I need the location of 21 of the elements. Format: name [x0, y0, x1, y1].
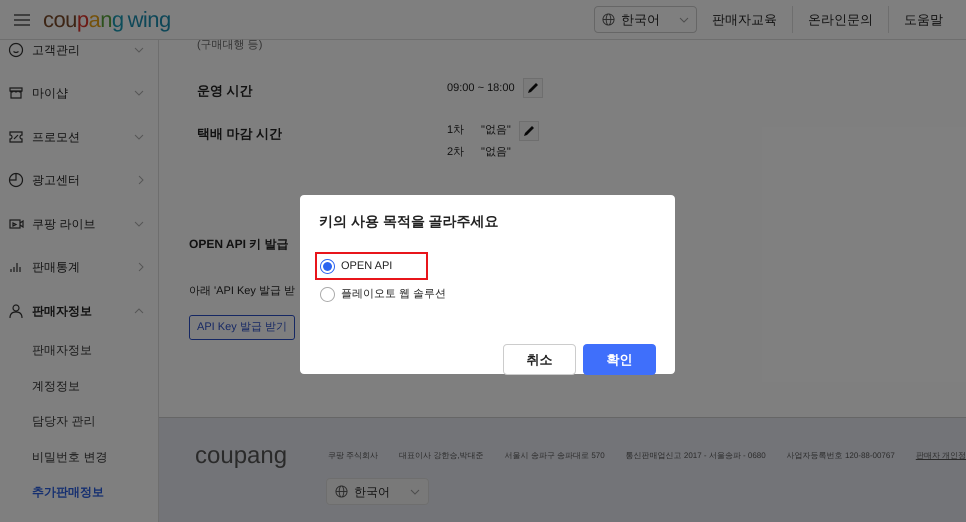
- field-label: 운영 시간: [197, 82, 254, 100]
- field-prefix: 1차: [447, 123, 466, 138]
- note-text: (구매대행 등): [197, 38, 264, 52]
- footer-text: 대표이사 강한승,박대준: [399, 450, 484, 462]
- footer-logo: coupang: [195, 444, 288, 468]
- field-value: 09:00 ~ 18:00: [447, 80, 515, 96]
- footer-text: 통신판매업신고 2017 - 서울송파 - 0680: [626, 450, 766, 462]
- field-prefix: 2차: [447, 145, 466, 160]
- footer-text: 쿠팡 주식회사: [328, 450, 378, 462]
- field-value: "없음": [481, 123, 511, 138]
- language-label: 한국어: [621, 10, 661, 29]
- footer-text: 사업자등록번호 120-88-00767: [786, 450, 895, 462]
- dialog-title: 키의 사용 목적을 골라주세요: [319, 212, 500, 231]
- field-label: 택배 마감 시간: [197, 124, 284, 142]
- language-label: 한국어: [354, 484, 391, 500]
- footer-text: 서울시 송파구 송파대로 570: [504, 450, 605, 462]
- field-value: "없음": [481, 145, 511, 160]
- logo-wordmark: coupang: [43, 8, 124, 30]
- section-title: OPEN API 키 발급: [189, 236, 290, 252]
- description-text: 아래 'API Key 발급 받: [189, 284, 296, 298]
- logo-product-name: wing: [128, 8, 171, 30]
